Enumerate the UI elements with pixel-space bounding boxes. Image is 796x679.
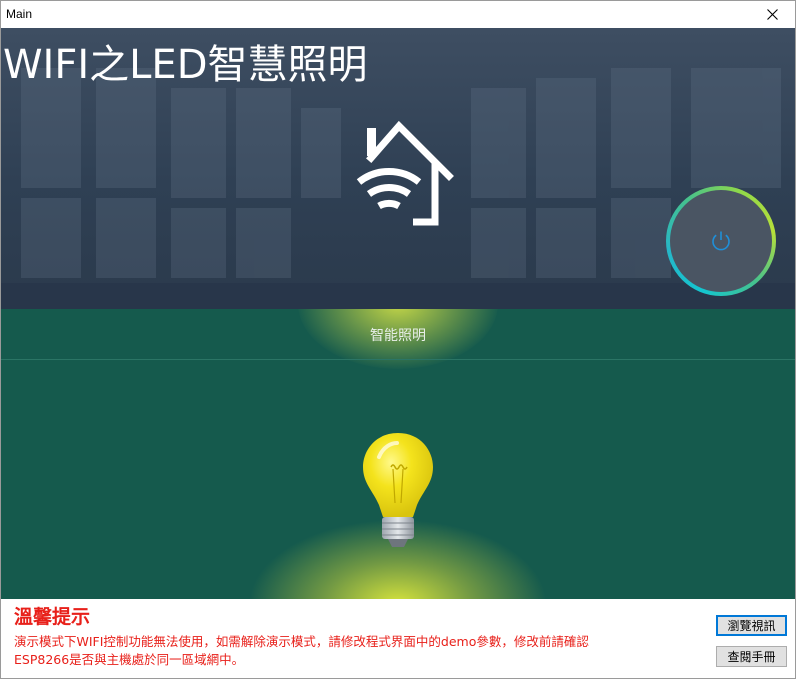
window-title: Main	[6, 7, 33, 21]
hero-panel: WIFI之LED智慧照明	[1, 28, 795, 309]
main-window: Main WIFI之LED智慧照明 智能照明 溫馨提示 演示模式下WIFI控制功…	[0, 0, 796, 679]
section-divider	[1, 359, 795, 360]
close-icon	[767, 9, 778, 20]
lighting-label: 智能照明	[370, 328, 426, 344]
tips-text-line-2: ESP8266是否與主機處於同一區域網中。	[14, 652, 245, 667]
home-wifi-icon	[356, 120, 454, 226]
power-button[interactable]	[666, 186, 776, 296]
app-title: WIFI之LED智慧照明	[3, 42, 368, 88]
close-button[interactable]	[750, 1, 795, 28]
power-button-face	[670, 190, 772, 292]
tips-heading: 溫馨提示	[14, 606, 91, 628]
tips-panel: 溫馨提示 演示模式下WIFI控制功能無法使用，如需解除演示模式，請修改程式界面中…	[1, 599, 795, 678]
view-manual-button[interactable]: 查閱手冊	[716, 646, 787, 667]
browse-video-button[interactable]: 瀏覽視訊	[716, 615, 787, 636]
power-icon	[712, 231, 730, 251]
tips-text-line-1: 演示模式下WIFI控制功能無法使用，如需解除演示模式，請修改程式界面中的demo…	[14, 634, 589, 649]
title-bar: Main	[1, 1, 795, 28]
lighting-panel: 智能照明	[1, 309, 795, 599]
light-bulb-icon[interactable]	[357, 429, 439, 551]
